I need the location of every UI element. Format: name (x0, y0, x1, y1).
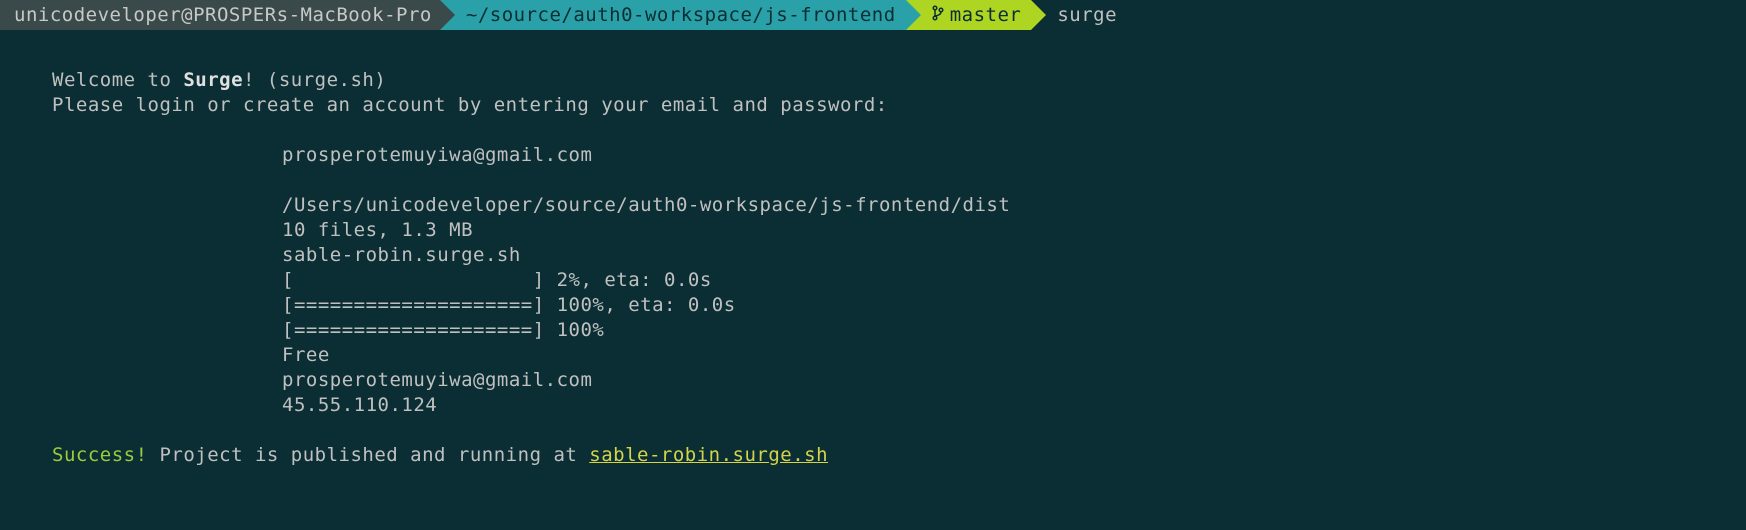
login-prompt: Please login or create an account by ent… (52, 93, 1746, 118)
detail-email: prosperotemuyiwa@gmail.com (52, 143, 1746, 168)
progress-bar-3: [====================] 100% (52, 318, 1746, 343)
detail-ip: 45.55.110.124 (52, 393, 1746, 418)
detail-email-2: prosperotemuyiwa@gmail.com (52, 368, 1746, 393)
success-line: Success! Project is published and runnin… (52, 443, 1746, 468)
prompt-path: ~/source/auth0-workspace/js-frontend (440, 0, 906, 30)
terminal-window: unicodeveloper@PROSPERs-MacBook-Pro ~/so… (0, 0, 1746, 468)
detail-plan: Free (52, 343, 1746, 368)
prompt-line[interactable]: unicodeveloper@PROSPERs-MacBook-Pro ~/so… (0, 0, 1746, 30)
welcome-line: Welcome to Surge! (surge.sh) (52, 68, 1746, 93)
git-branch-icon (932, 0, 944, 30)
detail-domain: sable-robin.surge.sh (52, 243, 1746, 268)
prompt-host: unicodeveloper@PROSPERs-MacBook-Pro (0, 0, 440, 30)
command-output: Welcome to Surge! (surge.sh) Please logi… (0, 68, 1746, 468)
prompt-branch: master (906, 0, 1032, 30)
progress-bar-2: [====================] 100%, eta: 0.0s (52, 293, 1746, 318)
progress-bar-1: [ ] 2%, eta: 0.0s (52, 268, 1746, 293)
detail-files: 10 files, 1.3 MB (52, 218, 1746, 243)
success-label: Success! (52, 444, 148, 466)
published-url-link[interactable]: sable-robin.surge.sh (589, 444, 828, 466)
detail-path: /Users/unicodeveloper/source/auth0-works… (52, 193, 1746, 218)
